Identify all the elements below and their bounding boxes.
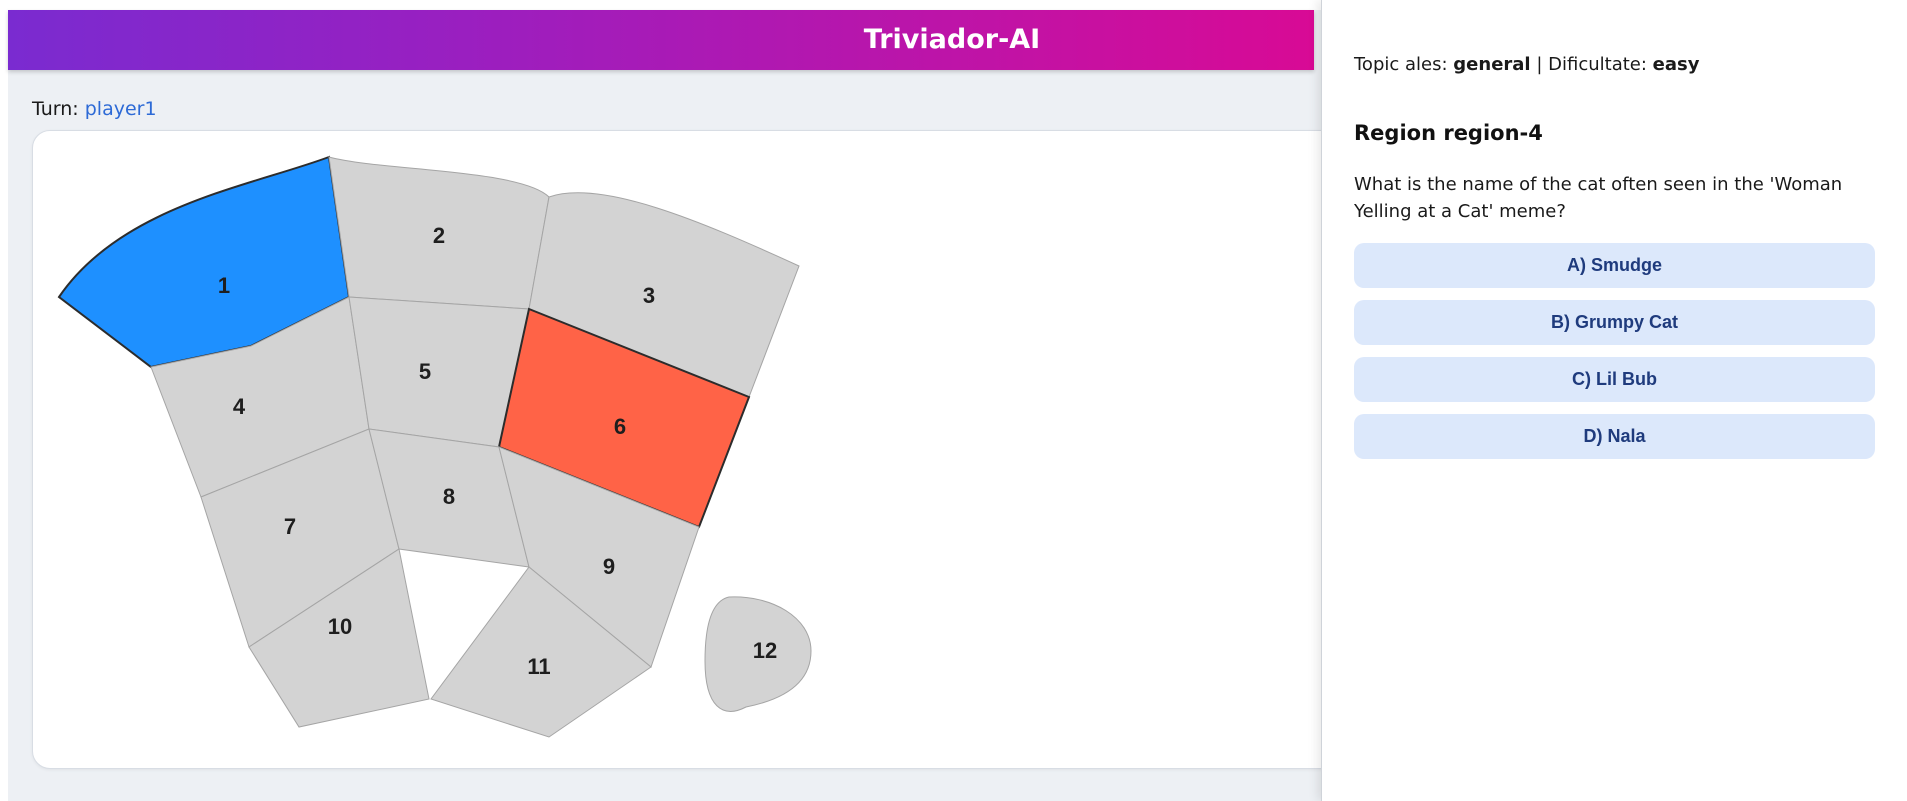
region-label-8: 8 [443, 484, 455, 509]
turn-label: Turn: [32, 98, 79, 120]
region-label-5: 5 [419, 359, 431, 384]
answer-list: A) Smudge B) Grumpy Cat C) Lil Bub D) Na… [1354, 243, 1875, 471]
question-panel: Topic ales: general | Dificultate: easy … [1321, 0, 1907, 801]
region-label-12: 12 [753, 638, 777, 663]
region-label-3: 3 [643, 283, 655, 308]
difficulty-label: Dificultate: [1548, 54, 1647, 75]
meta-separator: | [1536, 54, 1543, 75]
topic-value: general [1453, 54, 1531, 75]
difficulty-value: easy [1652, 54, 1700, 75]
header-bar: Triviador-AI [8, 10, 1314, 70]
question-title: Region region-4 [1354, 121, 1543, 145]
turn-player: player1 [84, 98, 157, 120]
answer-button-d[interactable]: D) Nala [1354, 414, 1875, 459]
region-label-10: 10 [328, 614, 352, 639]
question-text: What is the name of the cat often seen i… [1354, 174, 1843, 222]
region-12[interactable]: 12 [704, 596, 812, 712]
answer-button-b[interactable]: B) Grumpy Cat [1354, 300, 1875, 345]
game-board: 1 2 3 4 5 6 7 8 9 10 11 12 [32, 130, 1354, 769]
region-label-9: 9 [603, 554, 615, 579]
region-map: 1 2 3 4 5 6 7 8 9 10 11 12 [57, 155, 812, 738]
topic-label: Topic ales: [1354, 54, 1448, 75]
region-label-2: 2 [433, 223, 445, 248]
region-label-1: 1 [218, 273, 230, 298]
region-label-11: 11 [527, 654, 550, 679]
region-label-7: 7 [284, 514, 296, 539]
question-meta: Topic ales: general | Dificultate: easy [1354, 54, 1699, 75]
region-label-6: 6 [614, 414, 626, 439]
answer-button-c[interactable]: C) Lil Bub [1354, 357, 1875, 402]
region-2[interactable]: 2 [328, 156, 550, 310]
turn-indicator: Turn: player1 [32, 98, 157, 120]
region-5[interactable]: 5 [348, 296, 530, 448]
answer-button-a[interactable]: A) Smudge [1354, 243, 1875, 288]
region-label-4: 4 [233, 394, 246, 419]
